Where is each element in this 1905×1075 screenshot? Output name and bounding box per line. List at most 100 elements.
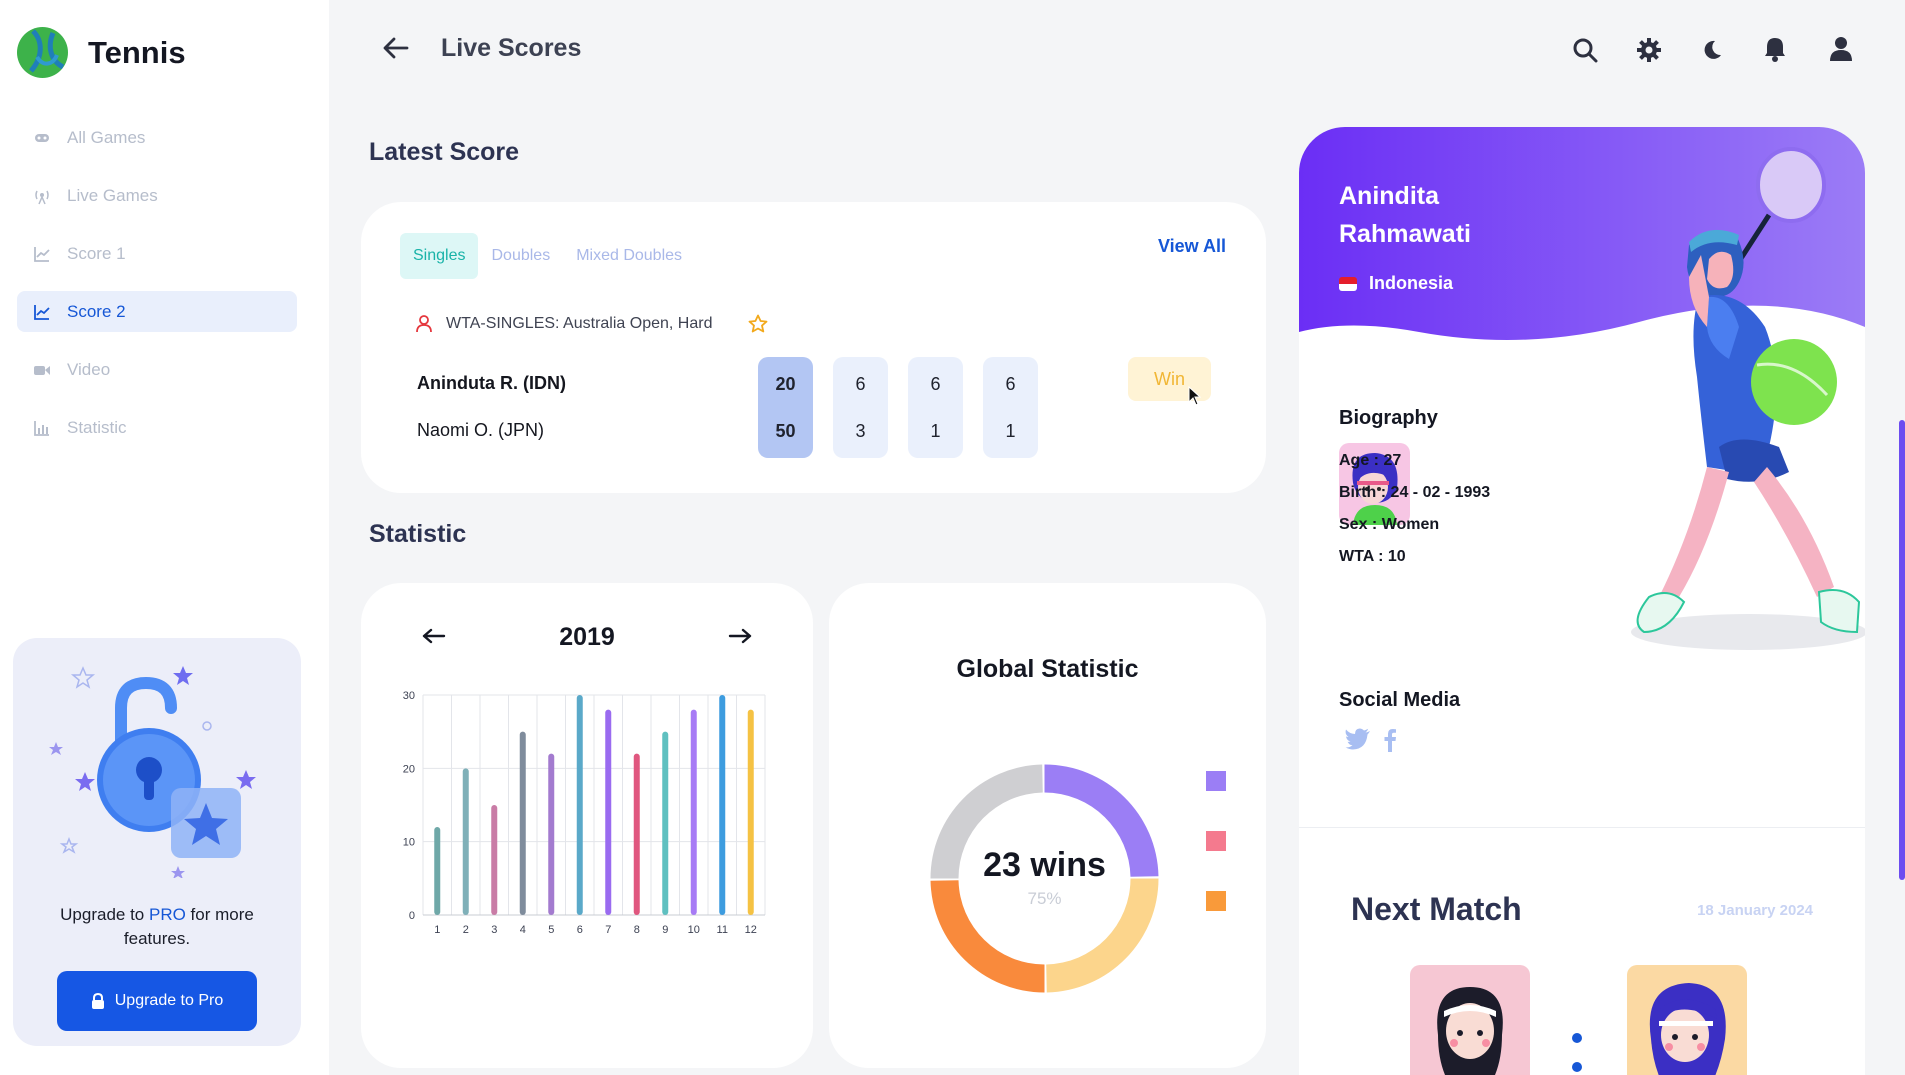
x-tick-label: 5 — [548, 924, 554, 936]
page-title: Live Scores — [441, 34, 582, 62]
country-name: Indonesia — [1369, 273, 1454, 293]
back-arrow-icon[interactable] — [383, 36, 409, 60]
brand-name: Tennis — [88, 34, 186, 70]
sidebar-item-label: Live Games — [67, 185, 158, 205]
tab-mixed-doubles[interactable]: Mixed Doubles — [563, 233, 695, 279]
unlock-illustration — [49, 666, 256, 878]
bar[interactable] — [548, 753, 555, 915]
set-score-current: 20 50 — [758, 357, 813, 458]
indonesia-flag-icon — [1339, 276, 1357, 291]
bar[interactable] — [662, 731, 669, 915]
donut-chart-title: Global Statistic — [956, 655, 1139, 683]
set-score-p2: 50 — [775, 421, 796, 441]
legend-swatch[interactable] — [1206, 891, 1226, 911]
x-tick-label: 2 — [463, 924, 469, 936]
moon-icon[interactable] — [1700, 38, 1724, 62]
tournament-row: WTA-SINGLES: Australia Open, Hard — [416, 314, 768, 334]
bar[interactable] — [633, 753, 640, 915]
player-full-name: Anindita Rahmawati — [1339, 177, 1579, 253]
person-icon — [416, 315, 432, 333]
bar[interactable] — [747, 709, 754, 915]
broadcast-icon — [35, 190, 49, 204]
twitter-icon[interactable] — [1345, 728, 1371, 750]
upgrade-to-pro-button[interactable]: Upgrade to Pro — [57, 971, 257, 1031]
bar[interactable] — [434, 827, 441, 915]
line-chart-icon — [34, 246, 50, 262]
player-sex: Sex : Women — [1339, 516, 1440, 533]
gear-icon[interactable] — [1636, 37, 1662, 63]
set-score-p1: 6 — [930, 374, 941, 394]
bar[interactable] — [491, 805, 498, 915]
view-all-link[interactable]: View All — [1158, 236, 1226, 257]
upgrade-text-prefix: Upgrade to — [60, 905, 149, 924]
search-icon[interactable] — [1572, 37, 1598, 63]
sidebar-item-statistic[interactable]: Statistic — [17, 407, 297, 448]
score-card: Singles Doubles Mixed Doubles View All W… — [361, 202, 1266, 493]
bar-chart-card: 2019 0 10 20 30 1 2 3 4 5 6 7 8 9 10 11 12 — [361, 583, 813, 1068]
bell-icon[interactable] — [1763, 35, 1787, 63]
set-score-p1: 6 — [1005, 374, 1016, 394]
x-tick-label: 4 — [520, 924, 526, 936]
player-birth: Birth : 24 - 02 - 1993 — [1339, 484, 1491, 501]
sidebar-item-label: Score 1 — [67, 243, 126, 263]
set-score-2: 6 1 — [908, 357, 963, 458]
legend-swatch[interactable] — [1206, 831, 1226, 851]
bar[interactable] — [576, 695, 583, 915]
tab-doubles[interactable]: Doubles — [478, 233, 563, 279]
next-match-player-1-avatar — [1410, 965, 1530, 1075]
bar[interactable] — [605, 709, 612, 915]
next-year-arrow-icon[interactable] — [728, 627, 752, 645]
line-chart-icon — [34, 304, 50, 320]
sidebar-item-score-2[interactable]: Score 2 — [17, 291, 297, 332]
player-age: Age : 27 — [1339, 452, 1402, 469]
legend-swatch[interactable] — [1206, 771, 1226, 791]
pager-dot-icon — [1572, 1062, 1582, 1072]
bar[interactable] — [462, 768, 469, 915]
next-match-title: Next Match — [1351, 891, 1522, 927]
biography-title: Biography — [1339, 407, 1438, 429]
pager-dot-icon — [1572, 1033, 1582, 1043]
next-match-player-2-avatar — [1627, 965, 1747, 1075]
sidebar-item-all-games[interactable]: All Games — [17, 117, 297, 158]
player-country: Indonesia — [1339, 273, 1453, 294]
x-tick-label: 8 — [634, 924, 640, 936]
wins-count: 23 wins — [983, 846, 1106, 884]
x-tick-label: 12 — [745, 924, 757, 936]
scrollbar-thumb[interactable] — [1899, 420, 1905, 880]
favorite-star-icon[interactable] — [748, 314, 768, 334]
brand[interactable]: Tennis — [17, 27, 186, 78]
tab-singles[interactable]: Singles — [400, 233, 479, 279]
sidebar-item-video[interactable]: Video — [17, 349, 297, 390]
sidebar-item-label: All Games — [67, 127, 146, 147]
lock-icon — [91, 993, 104, 1009]
monthly-bar-chart: 01020301 2 3 4 5 6 7 8 9 10 11 12 — [403, 691, 766, 936]
user-profile-icon[interactable] — [1829, 35, 1853, 63]
mouse-cursor-icon — [1188, 386, 1202, 406]
bar[interactable] — [719, 695, 726, 915]
sidebar-item-label: Statistic — [67, 417, 127, 437]
upgrade-button-label: Upgrade to Pro — [114, 992, 224, 1009]
x-tick-label: 10 — [688, 924, 700, 936]
x-tick-label: 1 — [434, 924, 440, 936]
x-tick-label: 11 — [717, 924, 728, 936]
tennis-player-illustration — [1631, 147, 1865, 650]
facebook-icon[interactable] — [1383, 728, 1397, 752]
sidebar: Tennis All Games Live Games Score 1 Scor… — [0, 0, 329, 1075]
year-navigator: 2019 — [361, 619, 813, 659]
set-score-p1: 20 — [775, 374, 796, 394]
bar-chart-icon — [34, 420, 49, 436]
sidebar-item-score-1[interactable]: Score 1 — [17, 233, 297, 274]
bar[interactable] — [690, 709, 697, 915]
set-score-p1: 6 — [855, 374, 866, 394]
set-score-p2: 3 — [855, 421, 866, 441]
sidebar-item-live-games[interactable]: Live Games — [17, 175, 297, 216]
section-divider — [1299, 827, 1865, 828]
bar[interactable] — [519, 731, 526, 915]
set-score-p2: 1 — [930, 421, 941, 441]
tournament-name: WTA-SINGLES: Australia Open, Hard — [446, 315, 713, 332]
pro-highlight: PRO — [148, 905, 186, 924]
match-type-tabs: Singles Doubles Mixed Doubles — [400, 233, 695, 279]
player-wta: WTA : 10 — [1339, 548, 1406, 565]
x-tick-label: 6 — [577, 924, 583, 936]
player-1-name: Aninduta R. (IDN) — [417, 373, 566, 393]
